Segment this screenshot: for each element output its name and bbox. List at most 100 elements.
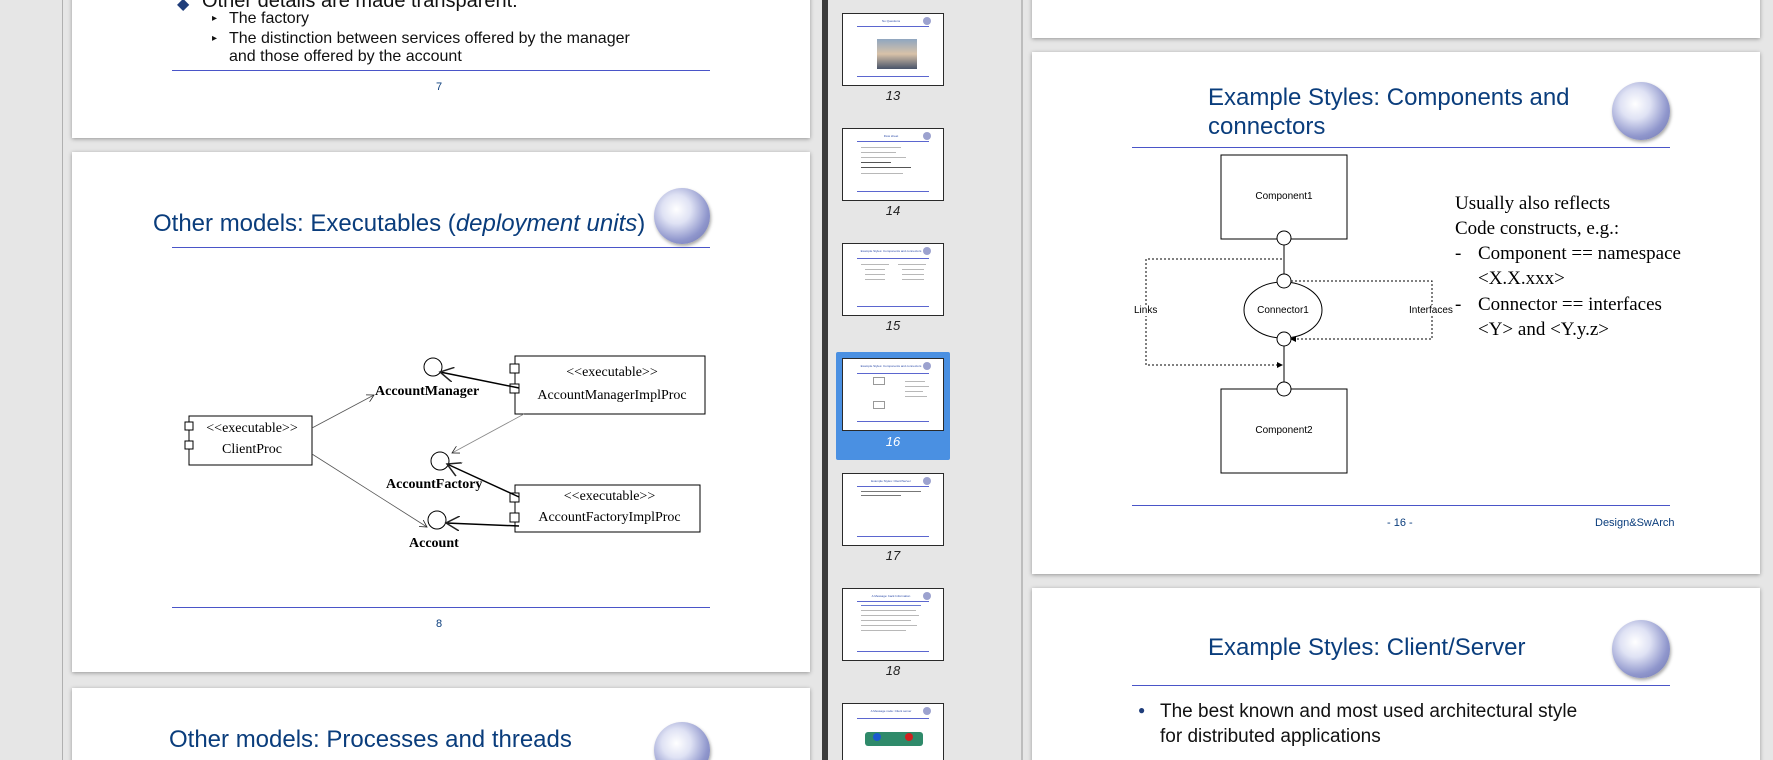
- text-line: [902, 269, 924, 270]
- component-port: [509, 363, 520, 374]
- thumbnail-item[interactable]: Example Styles: Components and connector…: [828, 243, 1021, 343]
- thumbnail-image[interactable]: Example Styles: Components and connector…: [842, 358, 944, 431]
- thumbnail-rule: [857, 373, 929, 374]
- thumbnail-rule: [857, 601, 929, 602]
- text-line: [861, 630, 906, 631]
- thumbnail-rule: [857, 306, 929, 307]
- footer-rule: [172, 70, 710, 71]
- thumbnail-image[interactable]: Flow sheet: [842, 128, 944, 201]
- slide-8[interactable]: Other models: Executables (deployment un…: [72, 152, 810, 672]
- thumbnail-image[interactable]: No Questions: [842, 13, 944, 86]
- bullet-text: for distributed applications: [1160, 726, 1381, 747]
- thumbnail-seal: [923, 132, 931, 140]
- footer-brand: Design&SwArch: [1595, 517, 1675, 529]
- dash-bullet: -: [1455, 294, 1462, 315]
- text-line: [861, 152, 896, 153]
- thumbnail-rule: [857, 651, 929, 652]
- thumbnail-rule: [857, 76, 929, 77]
- thumbnail-title: No Questions: [881, 19, 901, 23]
- university-seal-logo: [1612, 620, 1670, 678]
- component-port: [184, 440, 194, 450]
- text-line: [865, 279, 885, 280]
- text-line: [861, 625, 917, 626]
- page-number: 8: [436, 618, 443, 630]
- client-name: ClientProc: [222, 442, 282, 457]
- pane-edge: [62, 0, 63, 760]
- node-dot: [873, 733, 881, 741]
- thumbnail-item-selected[interactable]: Example Styles: Components and connector…: [828, 352, 1021, 462]
- component2-label: Component2: [1255, 425, 1313, 436]
- body-text: <Y> and <Y.y.z>: [1478, 319, 1609, 340]
- slide-pane-left[interactable]: ◆ Other details are made transparent: ▸ …: [0, 0, 822, 760]
- slide-15[interactable]: [1032, 0, 1760, 38]
- port-circle: [1276, 331, 1292, 347]
- sub-item: The factory: [229, 10, 310, 27]
- text-line: [905, 386, 929, 387]
- thumbnail-seal: [923, 247, 931, 255]
- iface-label-factory: AccountFactory: [386, 477, 483, 492]
- port-circle: [1276, 381, 1292, 397]
- slide-17[interactable]: Example Styles: Client/Server ● The best…: [1032, 588, 1760, 760]
- text-line: [902, 274, 924, 275]
- thumbnail-item[interactable]: A Message node: Client server: [828, 703, 1021, 760]
- body-text: <X.X.xxx>: [1478, 268, 1565, 289]
- footer-rule: [172, 607, 710, 608]
- node-dot: [905, 733, 913, 741]
- text-line: [861, 147, 901, 148]
- thumbnail-title: Flow sheet: [883, 134, 899, 138]
- dependency-arrow: [452, 413, 525, 453]
- thumbnail-seal: [923, 477, 931, 485]
- slide-number: 16: [885, 434, 901, 449]
- thumbnail-image[interactable]: A Message node: Client server: [842, 703, 944, 760]
- interface-account-factory: [430, 451, 450, 471]
- thumbnail-title: Example Styles: Components and connector…: [860, 364, 922, 368]
- thumbnail-image[interactable]: Example Styles: Client/Server: [842, 473, 944, 546]
- component1-label: Component1: [1255, 191, 1313, 202]
- thumbnail-image[interactable]: Example Styles: Components and connector…: [842, 243, 944, 316]
- slide-7[interactable]: ◆ Other details are made transparent: ▸ …: [72, 0, 810, 138]
- component-port: [509, 512, 520, 523]
- thumbnail-item[interactable]: A Message: back Information 18: [828, 588, 1021, 688]
- text-line: [861, 615, 919, 616]
- text-line: [865, 269, 885, 270]
- interface-account-manager: [423, 357, 443, 377]
- port-circle: [1276, 230, 1292, 246]
- slide-number: 18: [885, 663, 901, 678]
- text-line: [865, 274, 885, 275]
- thumbnail-title: Example Styles: Components and connector…: [860, 249, 922, 253]
- circle-bullet-icon: ●: [1138, 703, 1146, 717]
- text-line: [861, 167, 911, 168]
- diamond-bullet-icon: ◆: [177, 0, 190, 13]
- sub-item-continued: and those offered by the account: [229, 48, 462, 65]
- thumbnail-rule: [857, 536, 929, 537]
- dash-bullet: -: [1455, 243, 1462, 264]
- page-number: 7: [436, 81, 443, 93]
- body-text: Connector == interfaces: [1478, 294, 1662, 315]
- thumbnail-item[interactable]: No Questions 13: [828, 13, 1021, 113]
- factory-stereotype: <<executable>>: [563, 489, 656, 504]
- body-text: Usually also reflects: [1455, 193, 1611, 214]
- title-rule: [1132, 685, 1670, 686]
- thumbnail-rule: [857, 141, 929, 142]
- thumbnail-seal: [923, 362, 931, 370]
- client-stereotype: <<executable>>: [206, 421, 298, 436]
- thumbnail-item[interactable]: Example Styles: Client/Server 17: [828, 473, 1021, 573]
- slide-9[interactable]: Other models: Processes and threads: [72, 688, 810, 760]
- deployment-diagram: [184, 355, 706, 533]
- thumbnail-sidebar[interactable]: No Questions 13 Flow sheet 14 Example St…: [828, 0, 1021, 760]
- text-line: [898, 264, 926, 265]
- text-line: [861, 620, 911, 621]
- slide-16[interactable]: Example Styles: Components and connector…: [1032, 52, 1760, 574]
- thumbnail-title: Example Styles: Client/Server: [871, 479, 911, 483]
- thumbnail-seal: [923, 707, 931, 715]
- thumbnail-seal: [923, 17, 931, 25]
- photo-image: [877, 39, 917, 69]
- slide-pane-right[interactable]: Example Styles: Components and connector…: [1023, 0, 1773, 760]
- thumbnail-image[interactable]: A Message: back Information: [842, 588, 944, 661]
- thumbnail-item[interactable]: Flow sheet 14: [828, 128, 1021, 228]
- slide-number: 17: [885, 548, 901, 563]
- dependency-arrow: [311, 395, 374, 429]
- slide-number: 14: [885, 203, 901, 218]
- realization-arrow: [446, 523, 520, 526]
- mini-box: [873, 401, 885, 409]
